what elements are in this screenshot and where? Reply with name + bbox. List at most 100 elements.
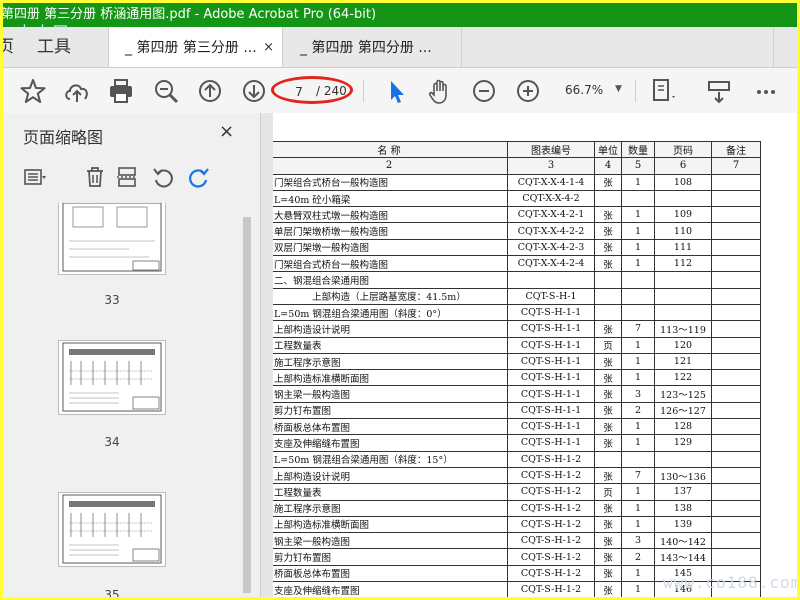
- cell-unit: 张: [594, 385, 622, 403]
- table-row: 上部构造标准横断面图 CQT-S-H-1-2 张 1 139: [273, 515, 761, 534]
- cell-code: CQT-S-H-1-2: [507, 564, 595, 583]
- thumbnail-scrollbar[interactable]: [240, 203, 254, 597]
- hand-icon[interactable]: [425, 76, 455, 106]
- cell-page: 110: [654, 222, 712, 240]
- cell-qty: 1: [621, 222, 655, 240]
- cell-unit: 张: [594, 515, 622, 534]
- cell-unit: 张: [594, 222, 622, 240]
- page-thumbnail-33[interactable]: [58, 203, 166, 275]
- cell-code: CQT-S-H-1-2: [507, 450, 595, 468]
- rotate-clockwise-icon[interactable]: [187, 165, 211, 189]
- cell-qty: 7: [621, 466, 655, 485]
- delete-icon[interactable]: [83, 165, 107, 189]
- cell-page: 139: [654, 515, 712, 534]
- cell-page: 111: [654, 238, 712, 257]
- cell-page: 129: [654, 434, 712, 452]
- cell-page: 128: [654, 418, 712, 436]
- cell-unit: [594, 303, 622, 322]
- table-body: 门架组合式桥台一般构造图 CQT-X-X-4-1-4 张 1 108 L=40m 砼小箱梁…: [273, 173, 761, 597]
- table-row: 上部构造（上层路基宽度：41.5m） CQT-S-H-1: [273, 287, 761, 305]
- close-icon[interactable]: ×: [263, 27, 274, 69]
- page-thumbnail-34[interactable]: [58, 340, 166, 415]
- cell-code: CQT-S-H-1-2: [507, 483, 595, 501]
- cell-page: [654, 287, 712, 305]
- cell-empty: [711, 206, 761, 224]
- page-thumbnail-35[interactable]: [58, 492, 166, 567]
- cell-name: L=40m 砼小箱梁: [273, 189, 508, 208]
- cell-unit: 张: [594, 466, 622, 485]
- cell-page: 130～136: [654, 466, 712, 485]
- cell-name: L=50m 钢混组合梁通用图（斜度：0°）: [273, 303, 508, 322]
- star-icon[interactable]: [18, 76, 48, 106]
- cloud-upload-icon[interactable]: [62, 76, 92, 106]
- cell-qty: 1: [621, 352, 655, 371]
- tab-document-label: _ 第四册 第四分册 ...: [300, 40, 432, 56]
- column-header: 单位: [594, 140, 622, 159]
- column-header: 名 称: [273, 140, 508, 159]
- cell-name: 上部构造标准横断面图: [273, 515, 508, 534]
- page-up-icon[interactable]: [195, 76, 225, 106]
- cell-empty: [711, 173, 761, 191]
- chevron-down-icon: ▼: [615, 84, 622, 94]
- scroll-mode-icon[interactable]: [704, 76, 734, 106]
- cell-qty: 2: [621, 401, 655, 420]
- cell-code: CQT-X-X-4-2-2: [507, 222, 595, 240]
- cell-unit: 张: [594, 352, 622, 371]
- page-down-icon[interactable]: [239, 76, 269, 106]
- cell-unit: [594, 450, 622, 468]
- extract-pages-icon[interactable]: [115, 165, 139, 189]
- table-row: L=50m 钢混组合梁通用图（斜度：15°） CQT-S-H-1-2: [273, 450, 761, 468]
- cell-unit: 张: [594, 434, 622, 452]
- cell-code: CQT-X-X-4-2-1: [507, 206, 595, 224]
- zoom-in-icon[interactable]: [513, 76, 543, 106]
- page-number-input[interactable]: [284, 83, 314, 101]
- cell-code: CQT-S-H-1-1: [507, 418, 595, 436]
- cell-code: CQT-S-H-1-2: [507, 581, 595, 597]
- cell-empty: [711, 499, 761, 517]
- title-bar: 第四册 第三分册 桥涵通用图.pdf - Adobe Acrobat Pro (…: [3, 3, 797, 27]
- cell-name: 门架组合式桥台一般构造图: [273, 255, 508, 273]
- rotate-counterclockwise-icon[interactable]: [151, 165, 175, 189]
- select-cursor-icon[interactable]: [381, 76, 411, 106]
- tab-document-inactive[interactable]: _ 第四册 第四分册 ...: [284, 27, 462, 67]
- cell-unit: [594, 287, 622, 305]
- printer-icon[interactable]: [106, 76, 136, 106]
- table-row: 门架组合式桥台一般构造图 CQT-X-X-4-1-4 张 1 108: [273, 173, 761, 191]
- zoom-out-icon[interactable]: [469, 76, 499, 106]
- cell-qty: 1: [621, 499, 655, 517]
- cell-unit: 张: [594, 401, 622, 420]
- cell-name: 桥面板总体布置图: [273, 418, 508, 436]
- table-row: 单层门架墩桥墩一般构造图 CQT-X-X-4-2-2 张 1 110: [273, 222, 761, 240]
- drawing-index-table: 号 名 称 图表编号 单位 数量 页码 备注 2 3 4 5: [273, 140, 761, 597]
- cell-empty: [711, 434, 761, 452]
- table-row: 支座及伸缩缝布置图 CQT-S-H-1-1 张 1 129: [273, 434, 761, 452]
- cell-empty: [711, 515, 761, 534]
- cell-code: CQT-X-X-4-2-4: [507, 255, 595, 273]
- cell-empty: [711, 401, 761, 420]
- tab-document-active[interactable]: _ 第四册 第三分册 ... ×: [108, 27, 283, 67]
- column-header: 数量: [621, 140, 655, 159]
- cell-unit: 张: [594, 548, 622, 566]
- cell-page: 143～144: [654, 548, 712, 566]
- scrollbar-thumb[interactable]: [243, 217, 251, 593]
- cell-code: CQT-X-X-4-2-3: [507, 238, 595, 257]
- tab-overflow[interactable]: [773, 27, 797, 67]
- cell-empty: [711, 336, 761, 354]
- cell-name: 桥面板总体布置图: [273, 564, 508, 583]
- cell-name: 上部构造设计说明: [273, 320, 508, 338]
- watermark-top-left: 土木网: [17, 23, 72, 41]
- more-icon[interactable]: [751, 76, 781, 106]
- thumbnail-options-icon[interactable]: [23, 165, 47, 189]
- close-icon[interactable]: ×: [219, 121, 234, 142]
- zoom-select[interactable]: 66.7% ▼: [559, 81, 629, 101]
- cell-qty: 1: [621, 336, 655, 354]
- fit-page-icon[interactable]: [648, 76, 678, 106]
- cell-name: 支座及伸缩缝布置图: [273, 581, 508, 597]
- cell-page: 113～119: [654, 320, 712, 338]
- cell-unit: 张: [594, 238, 622, 257]
- cell-unit: 张: [594, 532, 622, 550]
- table-row: 施工程序示意图 CQT-S-H-1-2 张 1 138: [273, 499, 761, 517]
- cell-name: 上部构造标准横断面图: [273, 369, 508, 387]
- cell-code: CQT-X-X-4-2: [507, 189, 595, 208]
- zoom-out-search-icon[interactable]: [151, 76, 181, 106]
